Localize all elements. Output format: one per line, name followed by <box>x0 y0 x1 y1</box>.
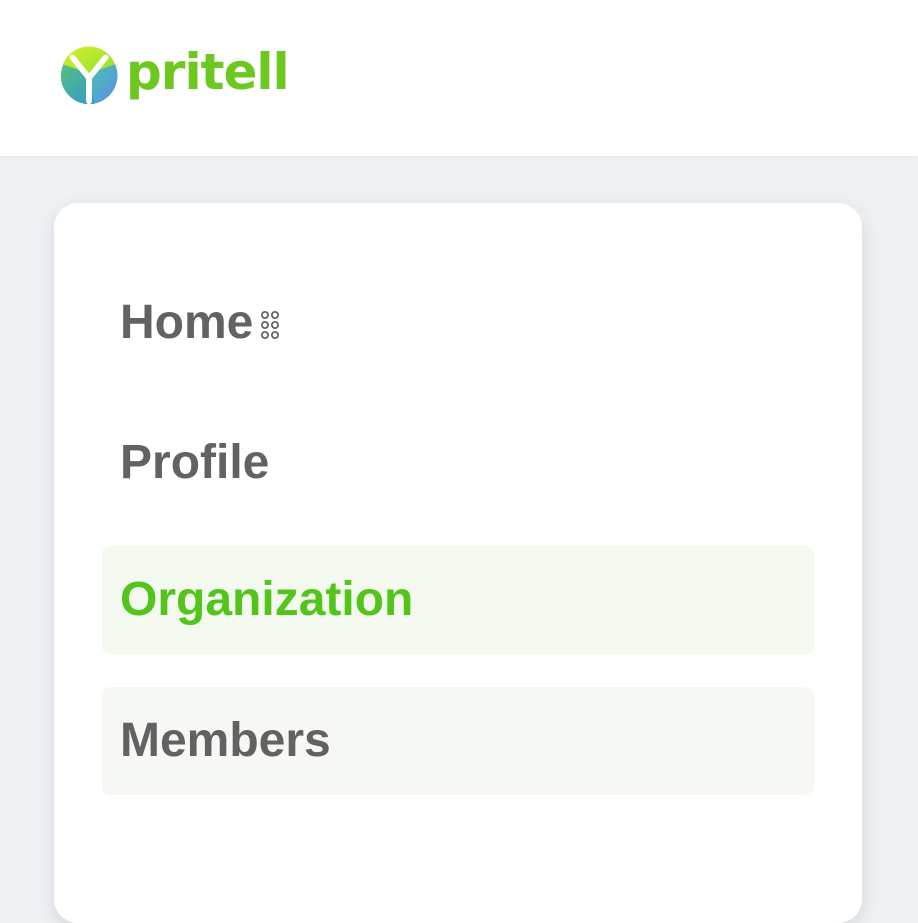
nav-item-label: Organization <box>120 573 414 626</box>
brand-logo[interactable]: pritell <box>58 42 290 110</box>
navigation-panel: Home Profile Organization Members <box>54 203 862 923</box>
pritell-logo-icon <box>60 46 118 105</box>
nav-item-label: Members <box>120 714 331 767</box>
nav-item-home[interactable]: Home <box>102 269 814 377</box>
drag-handle-icon[interactable] <box>259 309 281 341</box>
app-header: pritell <box>0 0 918 156</box>
nav-item-label: Home <box>120 296 254 349</box>
brand-name: pritell <box>126 43 290 101</box>
nav-item-profile[interactable]: Profile <box>102 409 814 517</box>
nav-item-members[interactable]: Members <box>102 687 814 795</box>
nav-item-label: Profile <box>120 436 270 489</box>
nav-item-organization[interactable]: Organization <box>102 546 814 654</box>
